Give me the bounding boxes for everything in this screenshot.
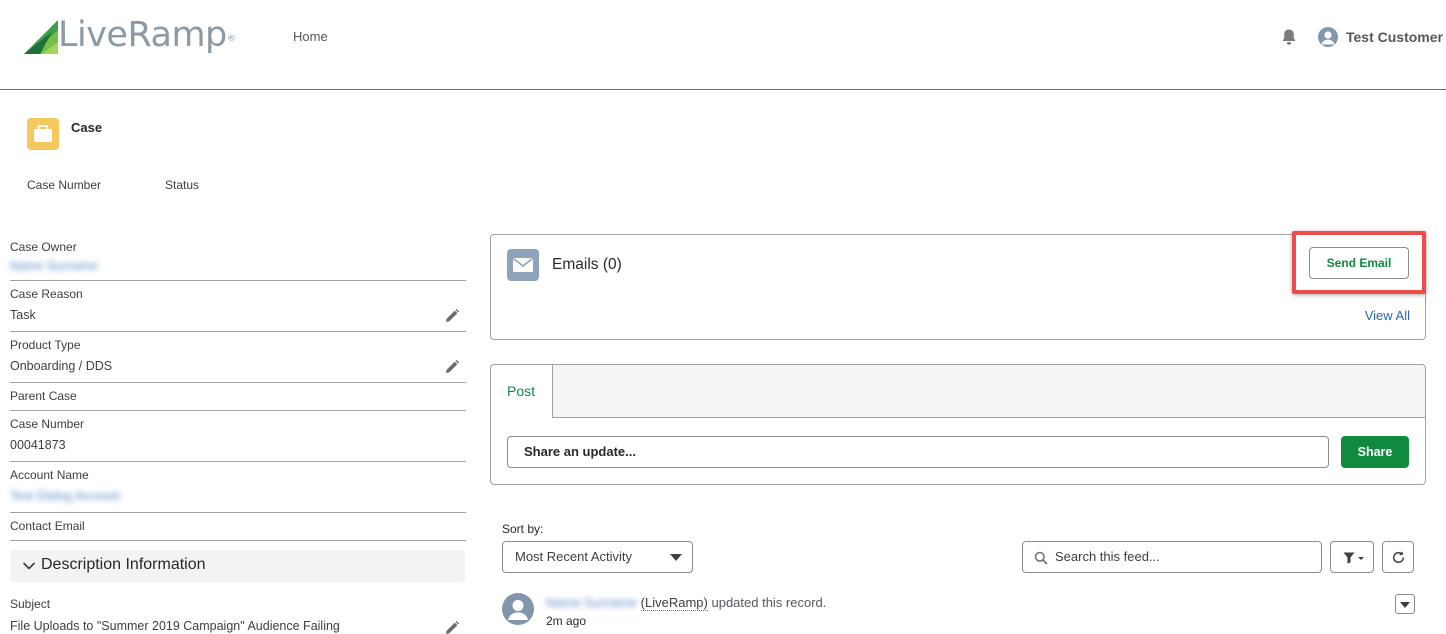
highlight-status-label: Status (165, 178, 200, 192)
refresh-icon (1393, 551, 1405, 564)
feed-user-avatar-icon[interactable] (502, 593, 534, 625)
field-label: Subject (10, 597, 51, 611)
field-subject: Subject File Uploads to "Summer 2019 Cam… (10, 597, 466, 634)
view-all-link[interactable]: View All (1365, 308, 1410, 323)
email-icon (507, 249, 539, 281)
sort-by-label: Sort by: (502, 522, 544, 536)
description-section-toggle[interactable]: Description Information (10, 550, 465, 582)
field-label: Case Number (10, 417, 85, 431)
field-label: Account Name (10, 468, 89, 482)
share-update-input[interactable]: Share an update... (507, 436, 1329, 468)
feed-item-header: Name Surname (LiveRamp) updated this rec… (546, 595, 827, 611)
feed-action-text: updated this record. (711, 595, 827, 610)
bell-icon[interactable] (1280, 28, 1298, 46)
caret-down-icon (1400, 602, 1410, 608)
field-value: File Uploads to "Summer 2019 Campaign" A… (10, 619, 340, 633)
caret-down-icon (670, 554, 682, 561)
search-placeholder: Search this feed... (1055, 549, 1160, 564)
field-account-name: Account Name Test Dialog Account (10, 462, 466, 513)
field-label: Contact Email (10, 519, 85, 533)
logo-mark-icon (24, 20, 58, 54)
case-details-panel: Case Owner Name Surname Case Reason Task… (10, 236, 466, 541)
sort-select[interactable]: Most Recent Activity (502, 541, 693, 573)
case-owner-link[interactable]: Name Surname (10, 259, 466, 273)
feed-search-input[interactable]: Search this feed... (1022, 541, 1322, 573)
feed-item-menu-button[interactable] (1395, 594, 1415, 614)
feed-actor-link[interactable]: Name Surname (546, 595, 637, 610)
pencil-edit-icon[interactable] (444, 308, 460, 324)
tab-post[interactable]: Post (491, 365, 553, 418)
chatter-publisher: Post Share an update... Share (490, 364, 1426, 485)
global-header: LiveRamp® Home Test Customer (0, 0, 1446, 90)
field-label: Parent Case (10, 389, 77, 403)
tab-divider (553, 417, 1425, 418)
briefcase-icon (27, 118, 59, 150)
field-case-number: Case Number 00041873 (10, 411, 466, 462)
field-label: Case Reason (10, 287, 83, 301)
field-product-type: Product Type Onboarding / DDS (10, 332, 466, 383)
field-case-owner: Case Owner Name Surname (10, 236, 466, 281)
pencil-edit-icon[interactable] (444, 359, 460, 375)
user-avatar-icon[interactable] (1318, 27, 1338, 47)
refresh-feed-button[interactable] (1382, 541, 1414, 573)
field-value: Task (10, 308, 36, 322)
feed-timestamp[interactable]: 2m ago (546, 614, 586, 628)
liveramp-logo[interactable]: LiveRamp® (22, 14, 236, 56)
section-title: Description Information (41, 556, 206, 573)
feed-org-link[interactable]: (LiveRamp) (640, 595, 708, 611)
pencil-edit-icon[interactable] (444, 620, 460, 634)
chevron-down-icon (22, 562, 36, 570)
field-label: Product Type (10, 338, 81, 352)
field-value: Onboarding / DDS (10, 359, 113, 373)
sort-select-value: Most Recent Activity (515, 549, 633, 564)
nav-home-link[interactable]: Home (293, 29, 328, 44)
highlight-case-number-label: Case Number (27, 178, 102, 192)
field-value: 00041873 (10, 438, 66, 452)
feed-filter-button[interactable] (1330, 541, 1374, 573)
user-menu-name[interactable]: Test Customer (1346, 29, 1443, 45)
highlight-box (1292, 231, 1426, 294)
filter-icon (1343, 552, 1364, 564)
tab-bar (553, 365, 1425, 417)
logo-text: LiveRamp® (58, 15, 236, 55)
field-label: Case Owner (10, 240, 77, 254)
field-case-reason: Case Reason Task (10, 281, 466, 332)
field-contact-email: Contact Email (10, 513, 466, 541)
account-name-link[interactable]: Test Dialog Account (10, 489, 466, 503)
emails-title: Emails (0) (552, 256, 622, 273)
emails-related-list: Emails (0) Send Email View All (490, 234, 1426, 340)
record-object-label: Case (71, 120, 103, 135)
field-parent-case: Parent Case (10, 383, 466, 411)
search-icon (1034, 551, 1048, 565)
share-button[interactable]: Share (1341, 436, 1409, 468)
